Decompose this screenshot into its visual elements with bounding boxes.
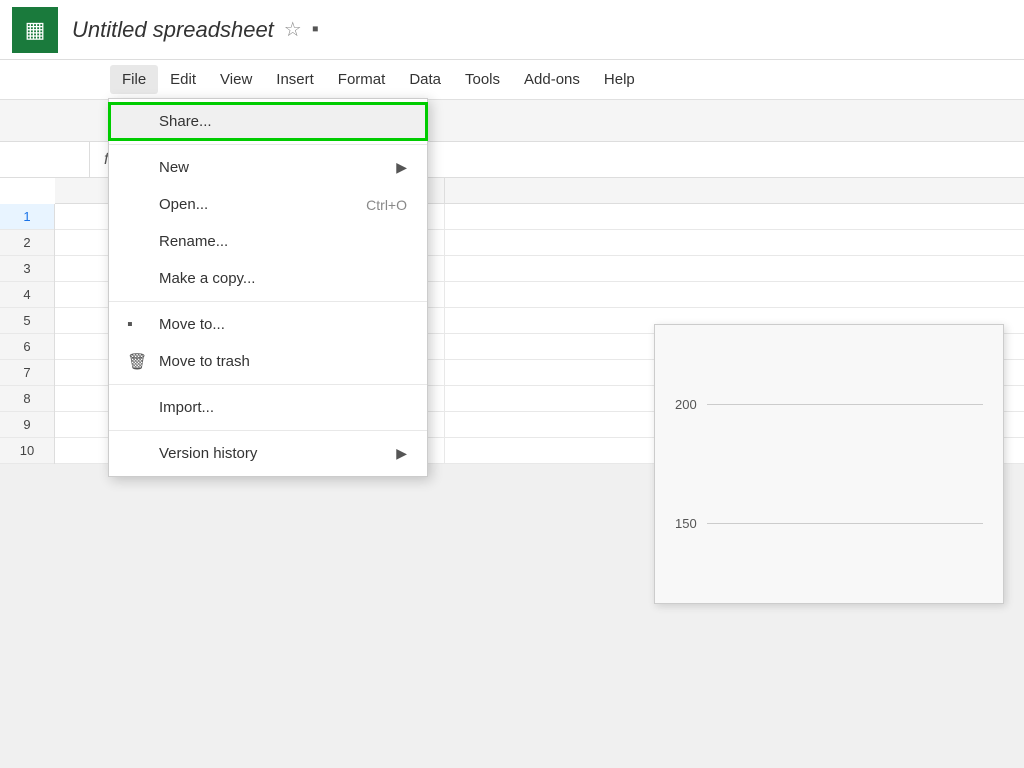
menu-item-version-history[interactable]: Version history ▶ [109, 435, 427, 472]
menu-item-import[interactable]: Import... [109, 389, 427, 426]
menu-item-new[interactable]: New ▶ [109, 149, 427, 186]
row-num-8: 8 [0, 386, 54, 412]
menu-insert[interactable]: Insert [264, 65, 326, 94]
move-trash-label: Move to trash [159, 353, 250, 370]
trash-icon: 🗑 [127, 352, 147, 372]
menu-item-open[interactable]: Open... Ctrl+O [109, 186, 427, 223]
menu-data[interactable]: Data [397, 65, 453, 94]
chart-bar-150 [707, 523, 983, 524]
app-logo: ▦ [12, 7, 58, 53]
menu-view[interactable]: View [208, 65, 264, 94]
import-label: Import... [159, 399, 214, 416]
menu-item-move-to[interactable]: ▪ Move to... [109, 306, 427, 343]
menu-item-share[interactable]: Share... [109, 103, 427, 140]
row-num-4: 4 [0, 282, 54, 308]
menu-help[interactable]: Help [592, 65, 647, 94]
row-num-7: 7 [0, 360, 54, 386]
open-label: Open... [159, 196, 208, 213]
menu-bar: File Edit View Insert Format Data Tools … [0, 60, 1024, 100]
title-area: Untitled spreadsheet ☆ ▪ [72, 17, 319, 43]
make-copy-label: Make a copy... [159, 270, 255, 287]
row-num-3: 3 [0, 256, 54, 282]
row-num-10: 10 [0, 438, 54, 464]
folder-icon[interactable]: ▪ [312, 18, 319, 41]
menu-item-make-copy[interactable]: Make a copy... [109, 260, 427, 297]
chart-line-150: 150 [675, 516, 983, 531]
document-title: Untitled spreadsheet [72, 17, 274, 43]
menu-edit[interactable]: Edit [158, 65, 208, 94]
new-label: New [159, 159, 189, 176]
row-num-1: 1 [0, 204, 54, 230]
folder-move-icon: ▪ [127, 316, 133, 334]
row-num-9: 9 [0, 412, 54, 438]
chart-inner: 200 150 [655, 325, 1003, 603]
open-shortcut: Ctrl+O [366, 197, 407, 213]
dropdown-divider-4 [109, 430, 427, 431]
dropdown-divider-1 [109, 144, 427, 145]
menu-format[interactable]: Format [326, 65, 398, 94]
menu-item-rename[interactable]: Rename... [109, 223, 427, 260]
chart-value-200: 200 [675, 397, 697, 412]
menu-file[interactable]: File [110, 65, 158, 94]
cell-reference[interactable] [0, 142, 90, 177]
move-to-label: Move to... [159, 316, 225, 333]
row-num-5: 5 [0, 308, 54, 334]
row-num-2: 2 [0, 230, 54, 256]
menu-tools[interactable]: Tools [453, 65, 512, 94]
file-dropdown: Share... New ▶ Open... Ctrl+O Rename... … [108, 98, 428, 477]
version-history-arrow-icon: ▶ [396, 445, 407, 462]
chart-overlay: 200 150 [654, 324, 1004, 604]
rename-label: Rename... [159, 233, 228, 250]
sheets-icon: ▦ [25, 17, 46, 43]
chart-line-200: 200 [675, 397, 983, 412]
row-numbers: 1 2 3 4 5 6 7 8 9 10 [0, 204, 55, 464]
chart-bar-200 [707, 404, 983, 405]
share-label: Share... [159, 113, 212, 130]
menu-item-move-trash[interactable]: 🗑 Move to trash [109, 343, 427, 380]
dropdown-divider-2 [109, 301, 427, 302]
chart-value-150: 150 [675, 516, 697, 531]
new-arrow-icon: ▶ [396, 159, 407, 176]
menu-addons[interactable]: Add-ons [512, 65, 592, 94]
star-icon[interactable]: ☆ [284, 17, 302, 42]
version-history-label: Version history [159, 445, 257, 462]
row-num-6: 6 [0, 334, 54, 360]
dropdown-menu: Share... New ▶ Open... Ctrl+O Rename... … [108, 98, 428, 477]
top-bar: ▦ Untitled spreadsheet ☆ ▪ [0, 0, 1024, 60]
dropdown-divider-3 [109, 384, 427, 385]
